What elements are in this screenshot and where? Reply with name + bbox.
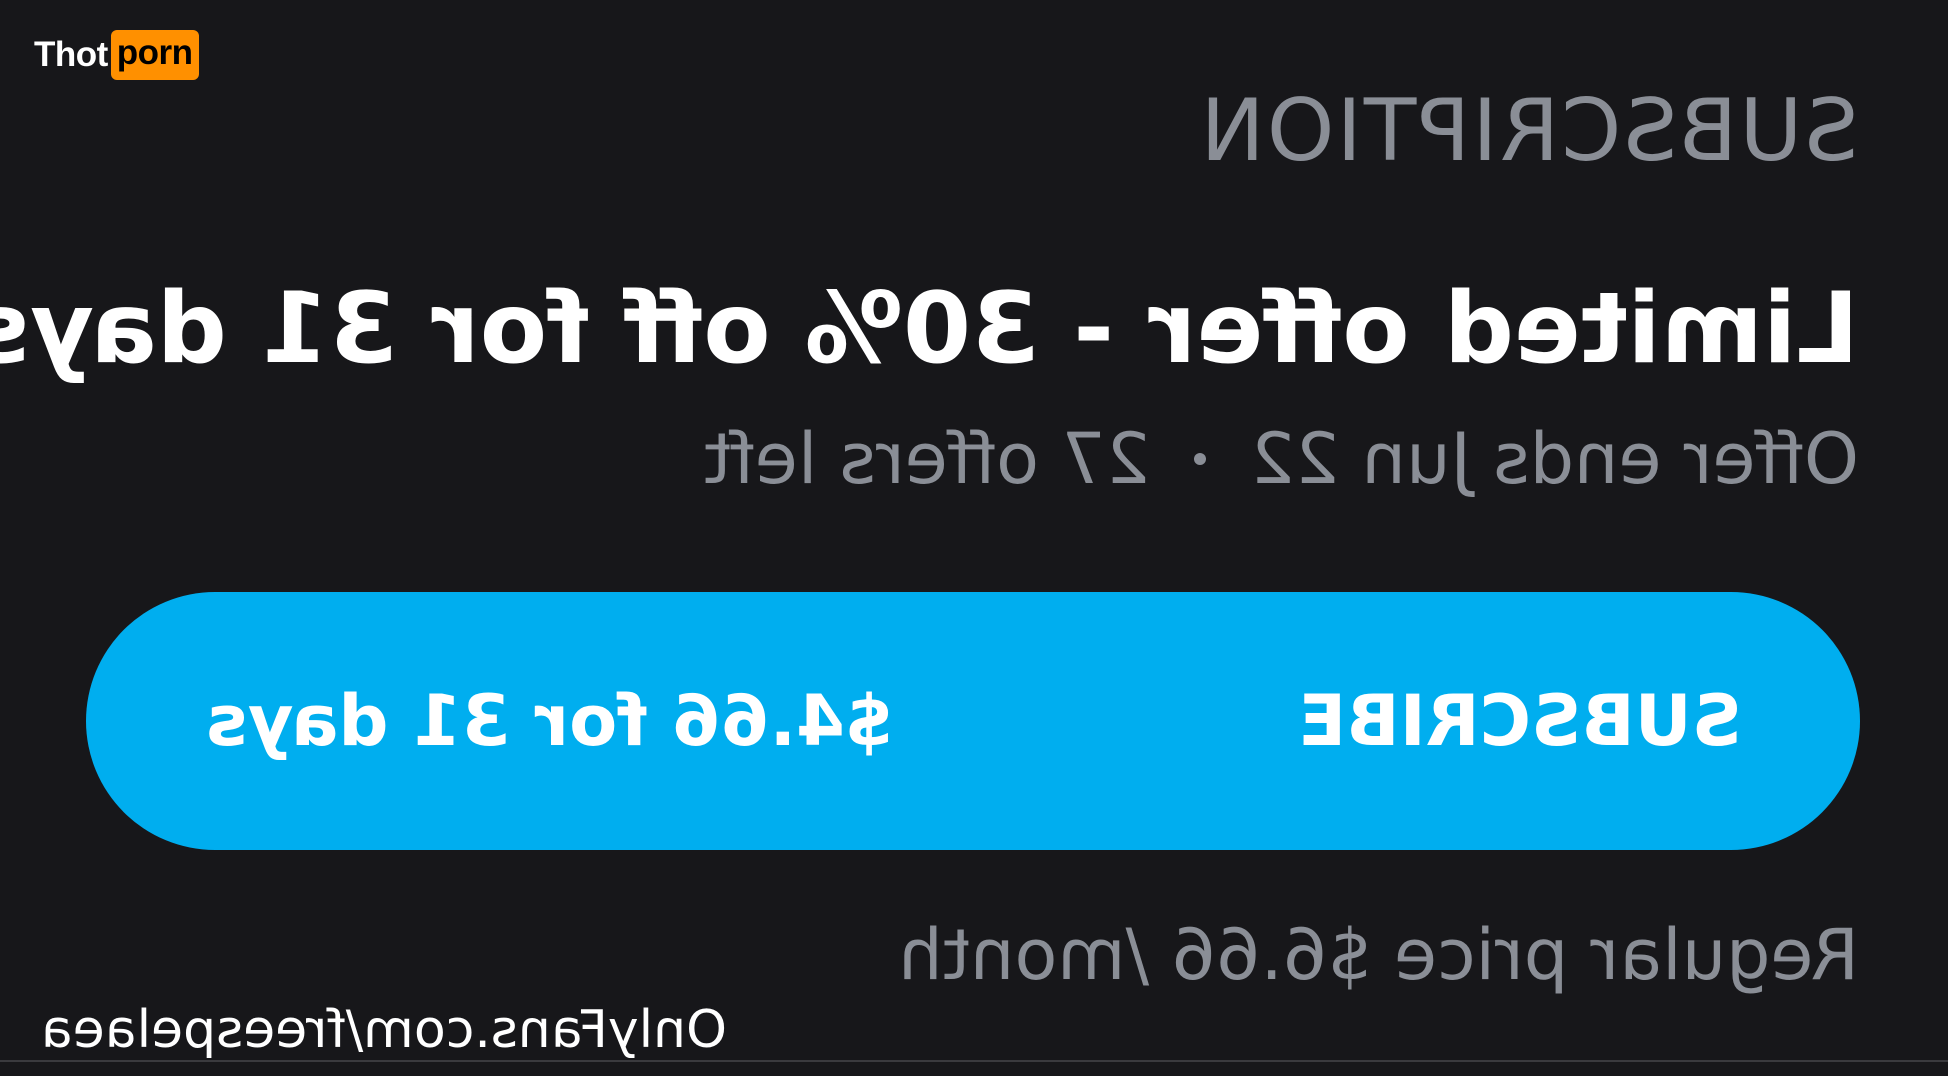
section-title: SUBSCRIPTION (1198, 81, 1859, 181)
offer-title: Limited offer - 30% off for 31 days! (0, 272, 1859, 386)
creator-url: OnlyFans.com/freespelaea (40, 1000, 727, 1060)
subscribe-button[interactable]: SUBSCRIBE $4.66 for 31 days (86, 592, 1860, 850)
subscribe-button-price: $4.66 for 31 days (206, 680, 894, 762)
offer-meta: Offer ends Jun 22 27 offers left (703, 418, 1859, 500)
offers-left-count: 27 offers left (703, 418, 1151, 500)
separator-dot-icon (1194, 453, 1207, 465)
mirrored-subscription-panel: SUBSCRIPTION Limited offer - 30% off for… (0, 0, 1948, 1076)
subscribe-button-label: SUBSCRIBE (1298, 680, 1742, 762)
offer-end-date: Offer ends Jun 22 (1250, 418, 1859, 500)
bottom-divider (0, 1060, 1948, 1062)
regular-price: Regular price $6.66 /month (898, 914, 1859, 996)
